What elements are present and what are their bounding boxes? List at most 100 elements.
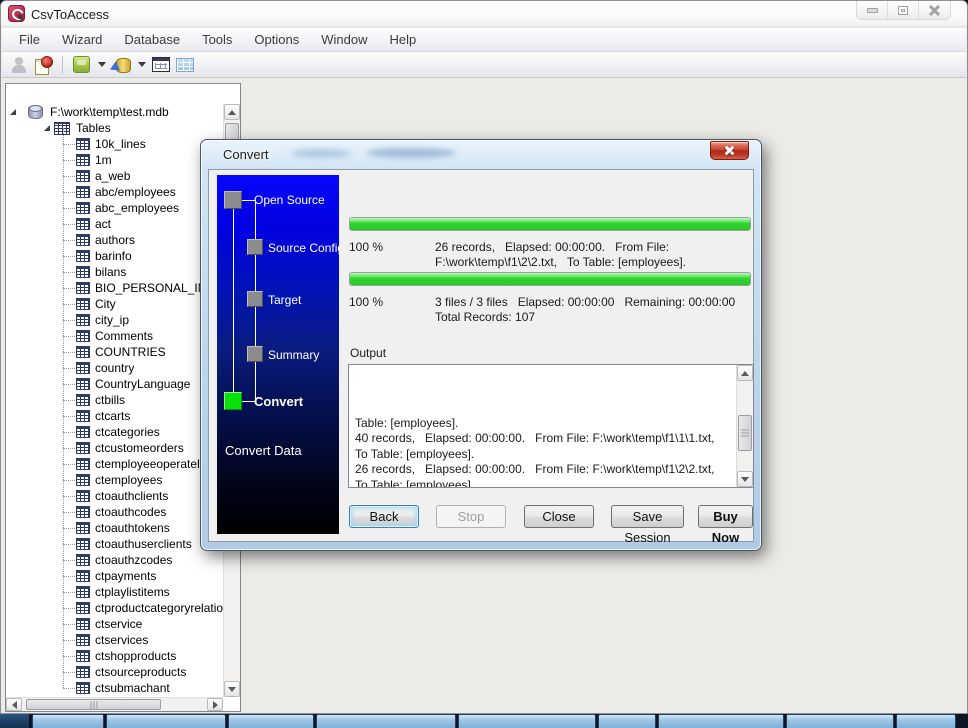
scroll-up-button[interactable] [737,365,753,381]
dropdown-arrow-icon[interactable] [138,62,146,67]
save-session-button[interactable]: Save Session [611,505,684,528]
step-marker-target [247,291,263,307]
tree-item[interactable]: ctservices [6,632,223,648]
tree-item[interactable]: ctproductcategoryrelations [6,600,223,616]
dialog-titlebar[interactable]: Convert [201,140,761,169]
close-button[interactable] [919,1,950,19]
output-log-box[interactable]: Table: [employees].40 records, Elapsed: … [348,364,754,488]
output-vertical-scrollbar[interactable] [736,365,753,487]
taskbar-button[interactable] [228,714,314,728]
database-import-icon[interactable] [112,56,130,74]
tree-item[interactable]: act [6,216,223,232]
dialog-close-button[interactable] [710,141,749,160]
tree-item[interactable]: country [6,360,223,376]
tree-item[interactable]: ctplaylistitems [6,584,223,600]
scroll-right-button[interactable] [207,698,223,711]
scroll-down-button[interactable] [224,681,240,697]
menu-item[interactable]: Help [378,29,427,50]
tree-item[interactable]: ctemployees [6,472,223,488]
close-dialog-button[interactable]: Close [524,505,594,528]
table-icon [76,682,90,694]
scrollbar-thumb[interactable] [26,699,161,710]
convert-green-icon[interactable] [73,56,90,73]
taskbar-button[interactable] [786,714,894,728]
tree-item[interactable]: abc/employees [6,184,223,200]
tree-item-label: ctbills [95,393,125,407]
buy-now-button[interactable]: Buy Now [698,505,753,528]
back-button[interactable]: Back [349,505,419,528]
tree-item[interactable]: City [6,296,223,312]
tree-horizontal-scrollbar[interactable] [6,697,223,711]
tree-item[interactable]: ctpayments [6,568,223,584]
tree-root-database[interactable]: F:\work\temp\test.mdb [6,104,223,120]
tree-node-tables[interactable]: Tables [6,120,223,136]
tree-item[interactable]: ctsubmachant [6,680,223,696]
table-blue-icon[interactable] [176,58,194,72]
tree-item[interactable]: CountryLanguage [6,376,223,392]
tree-item[interactable]: abc_employees [6,200,223,216]
tree-item[interactable]: ctoauthuserclients [6,536,223,552]
start-button[interactable] [0,714,30,728]
note-stop-icon[interactable] [34,56,52,74]
menu-item[interactable]: Options [243,29,310,50]
window-grid-icon[interactable] [152,57,170,72]
tree-item[interactable]: city_ip [6,312,223,328]
tree-item[interactable]: a_web [6,168,223,184]
wizard-caption: Convert Data [225,443,302,458]
table-icon [76,250,90,262]
close-icon [929,5,940,16]
tree-item-label: authors [95,233,135,247]
stop-button[interactable]: Stop [436,505,506,528]
tree-item[interactable]: barinfo [6,248,223,264]
tree-item[interactable]: bilans [6,264,223,280]
dropdown-arrow-icon[interactable] [98,62,106,67]
taskbar-button[interactable] [106,714,226,728]
step-label-source-config: Source Config [268,241,339,255]
maximize-button[interactable] [888,1,919,19]
tree-item[interactable]: ctshopproducts [6,648,223,664]
scrollbar-thumb[interactable] [738,415,752,451]
tree-item[interactable]: ctcustomeorders [6,440,223,456]
scroll-down-button[interactable] [737,471,753,487]
tree-item-label: City [95,297,116,311]
tree-item[interactable]: ctsourceproducts [6,664,223,680]
tree-item[interactable]: ctoauthcodes [6,504,223,520]
minimize-button[interactable] [857,1,888,19]
taskbar-button[interactable] [316,714,456,728]
scroll-up-button[interactable] [224,104,240,120]
tree-item-label: ctoauthcodes [95,505,166,519]
close-icon [724,145,735,156]
tree-item[interactable]: ctemployeeoperatelogs [6,456,223,472]
tree-item[interactable]: ctcarts [6,408,223,424]
menu-item[interactable]: Tools [191,29,243,50]
tree-item[interactable]: ctservice [6,616,223,632]
taskbar-button[interactable] [598,714,656,728]
expander-icon[interactable] [44,125,50,131]
taskbar-button[interactable] [458,714,596,728]
tree-item[interactable]: ctoauthzcodes [6,552,223,568]
tree-item[interactable]: ctoauthclients [6,488,223,504]
tree-item[interactable]: BIO_PERSONAL_INFO [6,280,223,296]
menu-item[interactable]: Database [113,29,191,50]
tree-item[interactable]: Comments [6,328,223,344]
tree-item[interactable]: ctbills [6,392,223,408]
menu-item[interactable]: File [8,29,51,50]
user-icon[interactable] [10,56,28,74]
menu-item[interactable]: Window [310,29,378,50]
tree-item[interactable]: 1m [6,152,223,168]
menu-item[interactable]: Wizard [51,29,113,50]
tree-item-label: CountryLanguage [95,377,190,391]
tree-item[interactable]: ctcategories [6,424,223,440]
tree-item[interactable]: COUNTRIES [6,344,223,360]
tree-item[interactable]: 10k_lines [6,136,223,152]
step-label-open-source: Open Source [254,193,325,207]
tree-item[interactable]: ctoauthtokens [6,520,223,536]
scroll-left-button[interactable] [6,698,22,711]
taskbar-button[interactable] [32,714,104,728]
tree-item[interactable]: authors [6,232,223,248]
expander-icon[interactable] [10,109,16,115]
taskbar-button[interactable] [896,714,956,728]
table-icon [76,570,90,582]
progress-bar-total [349,272,751,286]
taskbar-button[interactable] [658,714,784,728]
